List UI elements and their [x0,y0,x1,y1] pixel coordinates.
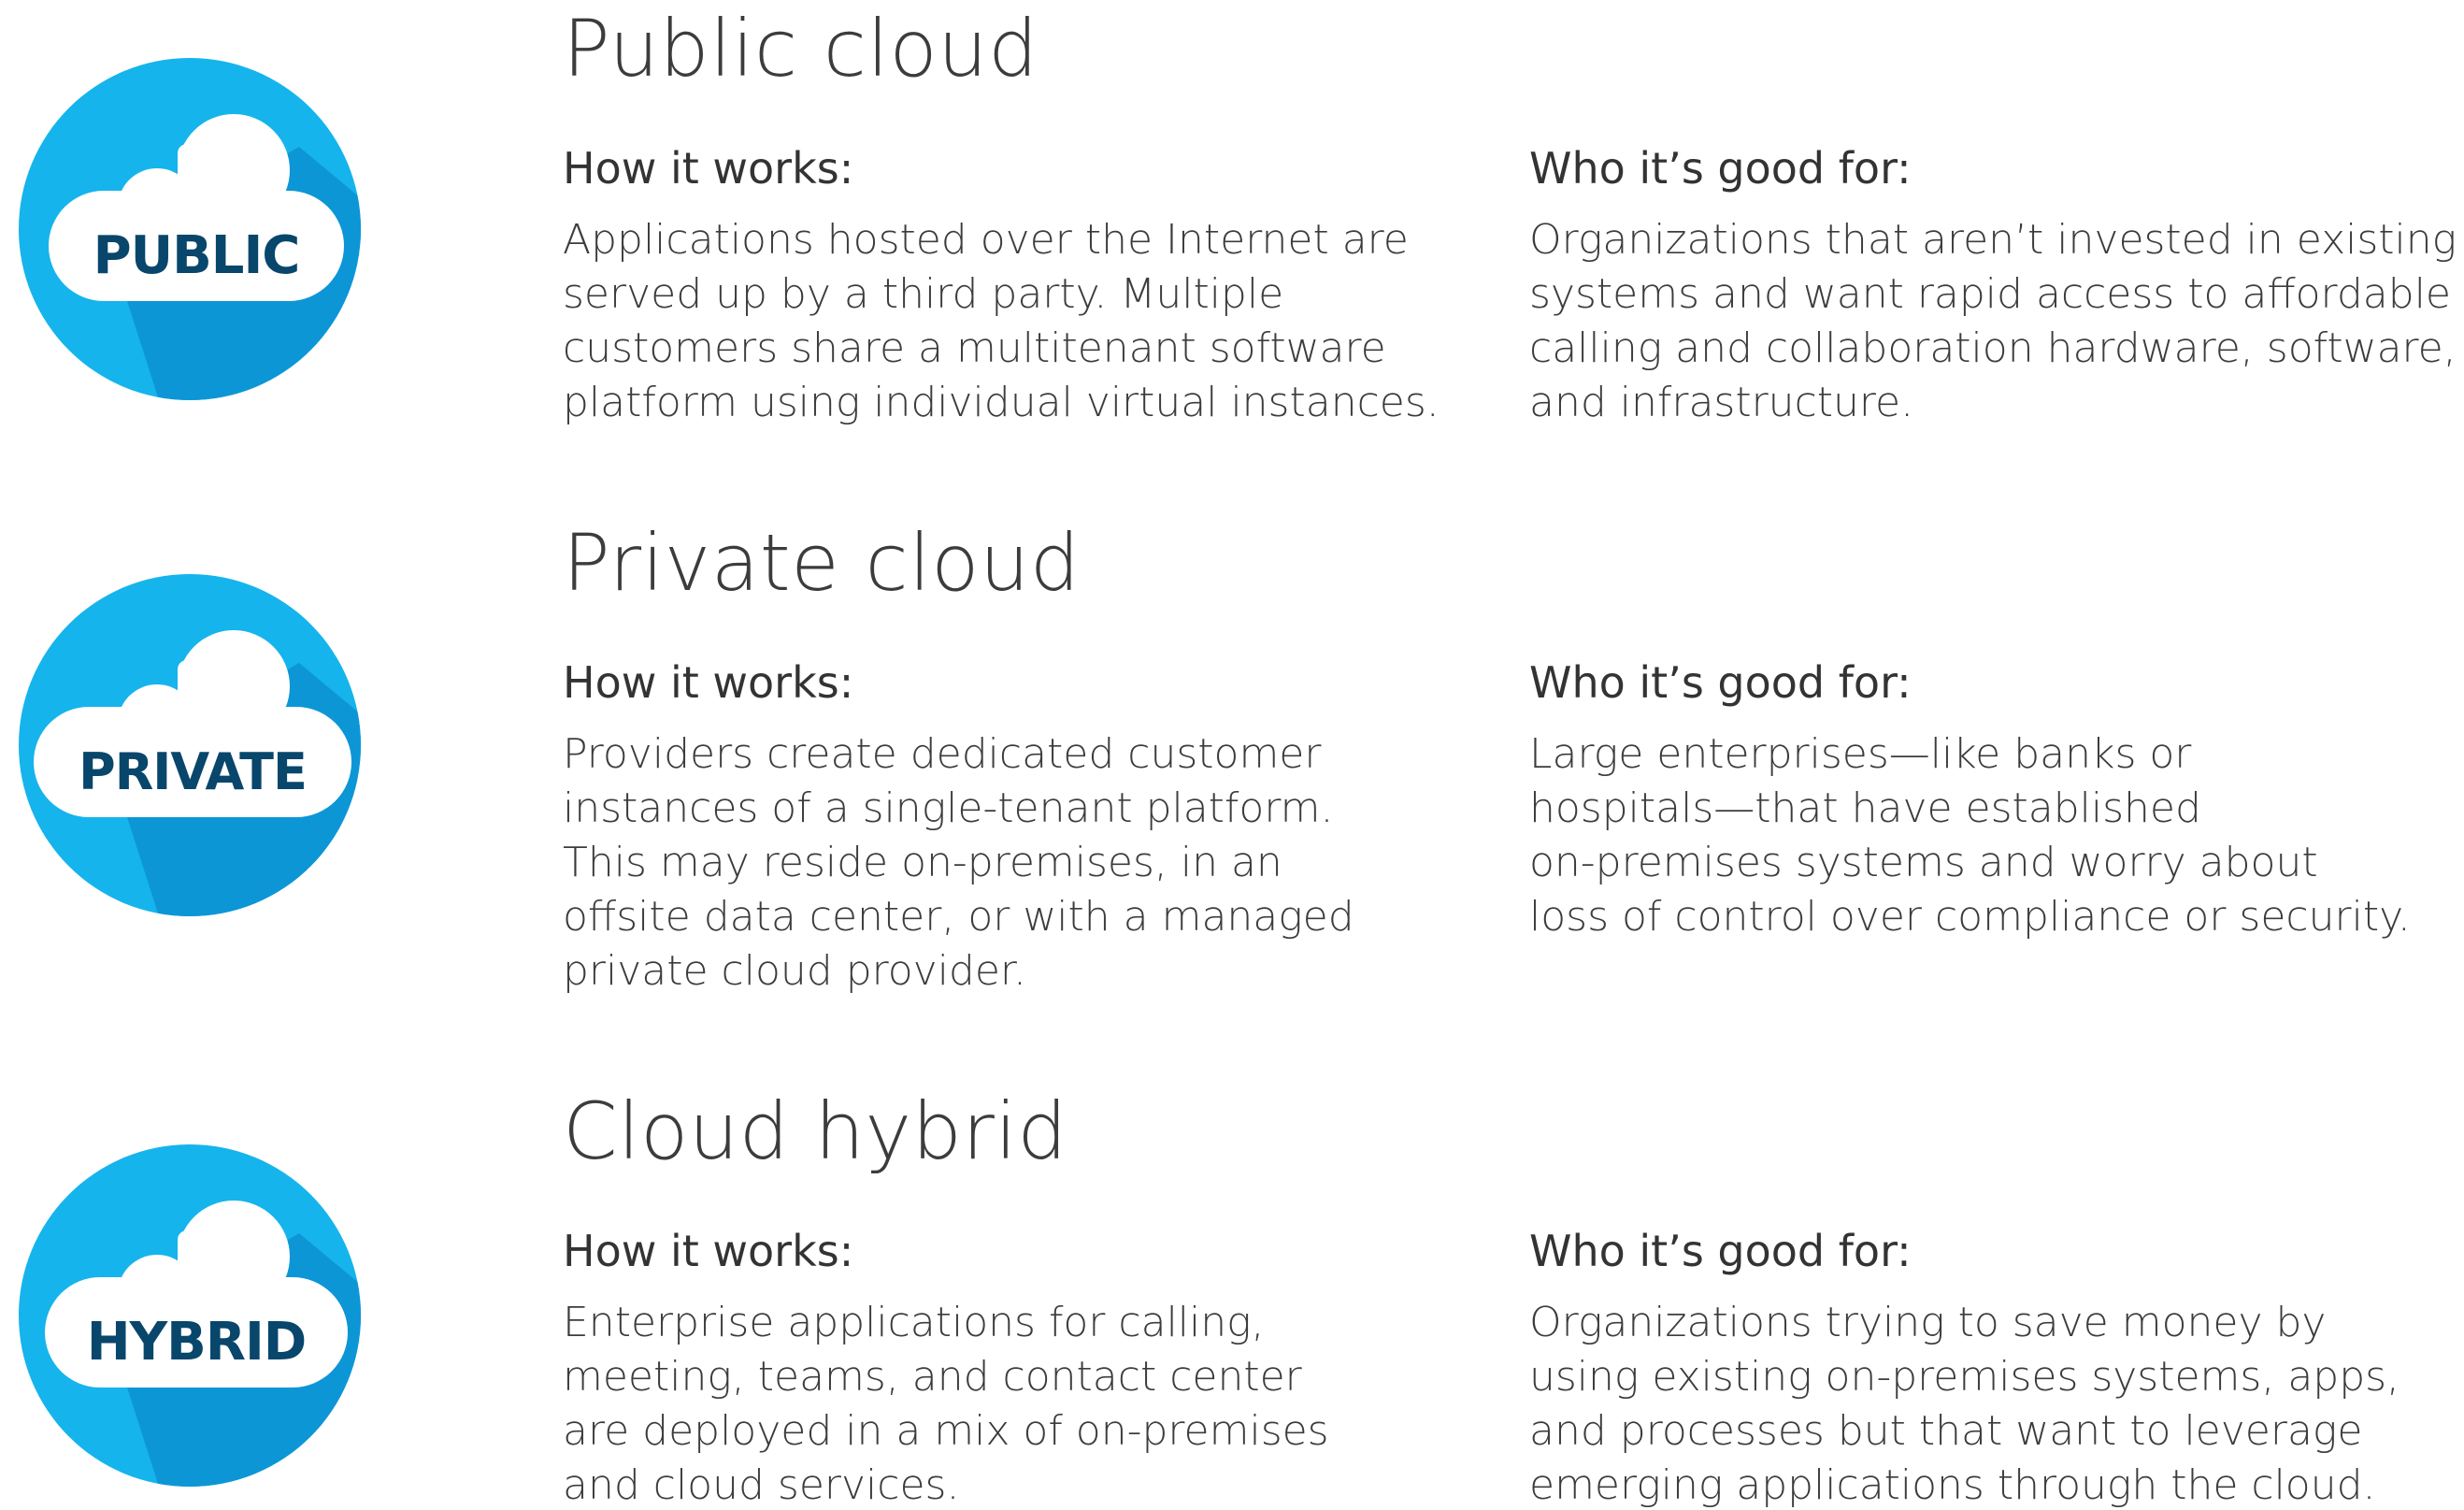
badge-label: HYBRID [87,1312,307,1373]
text-line: using existing on-premises systems, apps… [1529,1353,2400,1401]
how-it-works-text: Providers create dedicated customer inst… [563,727,1460,999]
cloud-icon: PRIVATE [19,574,361,916]
section-title: Public cloud [563,3,1039,94]
text-line: Organizations trying to save money by [1529,1299,2327,1346]
text-line: Applications hosted over the Internet ar… [563,216,1409,264]
text-line: private cloud provider. [563,947,1026,995]
text-line: loss of control over compliance or secur… [1529,893,2411,941]
text-line: systems and want rapid access to afforda… [1529,270,2451,318]
public-badge: PUBLIC [19,58,361,400]
who-its-good-for-column: Who it’s good for: Organizations that ar… [1529,140,2457,430]
hybrid-badge: HYBRID [19,1144,361,1487]
text-line: platform using individual virtual instan… [563,379,1440,426]
text-line: and infrastructure. [1529,379,1914,426]
badge-label: PRIVATE [79,742,307,801]
who-its-good-for-column: Who it’s good for: Organizations trying … [1529,1223,2445,1510]
text-line: customers share a multitenant software [563,324,1386,372]
text-line: Organizations that aren’t invested in ex… [1529,216,2457,264]
section-title: Cloud hybrid [563,1086,1068,1177]
badge-label: PUBLIC [93,225,300,286]
how-it-works-heading: How it works: [563,143,854,194]
private-badge: PRIVATE [19,574,361,916]
section-title: Private cloud [563,517,1081,609]
how-it-works-column: How it works: Providers create dedicated… [563,654,1460,999]
text-line: hospitals—that have established [1529,784,2201,832]
who-its-good-for-text: Organizations that aren’t invested in ex… [1529,213,2457,430]
text-line: served up by a third party. Multiple [563,270,1284,318]
who-its-good-for-text: Organizations trying to save money by us… [1529,1296,2445,1510]
who-its-good-for-column: Who it’s good for: Large enterprises—lik… [1529,654,2445,944]
cloud-icon: HYBRID [19,1144,361,1487]
text-line: are deployed in a mix of on-premises [563,1407,1329,1455]
how-it-works-heading: How it works: [563,657,854,708]
who-its-good-for-heading: Who it’s good for: [1529,1226,1912,1276]
text-line: emerging applications through the cloud. [1529,1461,2376,1509]
how-it-works-column: How it works: Enterprise applications fo… [563,1223,1460,1510]
how-it-works-column: How it works: Applications hosted over t… [563,140,1460,430]
text-line: This may reside on-premises, in an [563,839,1282,886]
text-line: Enterprise applications for calling, [563,1299,1265,1346]
text-line: instances of a single-tenant platform. [563,784,1334,832]
who-its-good-for-text: Large enterprises—like banks or hospital… [1529,727,2445,944]
how-it-works-text: Applications hosted over the Internet ar… [563,213,1460,430]
text-line: and cloud services. [563,1461,960,1509]
how-it-works-heading: How it works: [563,1226,854,1276]
text-line: calling and collaboration hardware, soft… [1529,324,2457,372]
who-its-good-for-heading: Who it’s good for: [1529,143,1912,194]
text-line: Providers create dedicated customer [563,730,1322,778]
text-line: offsite data center, or with a managed [563,893,1354,941]
text-line: and processes but that want to leverage [1529,1407,2363,1455]
text-line: Large enterprises—like banks or [1529,730,2192,778]
text-line: meeting, teams, and contact center [563,1353,1302,1401]
text-line: on-premises systems and worry about [1529,839,2318,886]
how-it-works-text: Enterprise applications for calling, mee… [563,1296,1460,1510]
cloud-icon: PUBLIC [19,58,361,400]
who-its-good-for-heading: Who it’s good for: [1529,657,1912,708]
